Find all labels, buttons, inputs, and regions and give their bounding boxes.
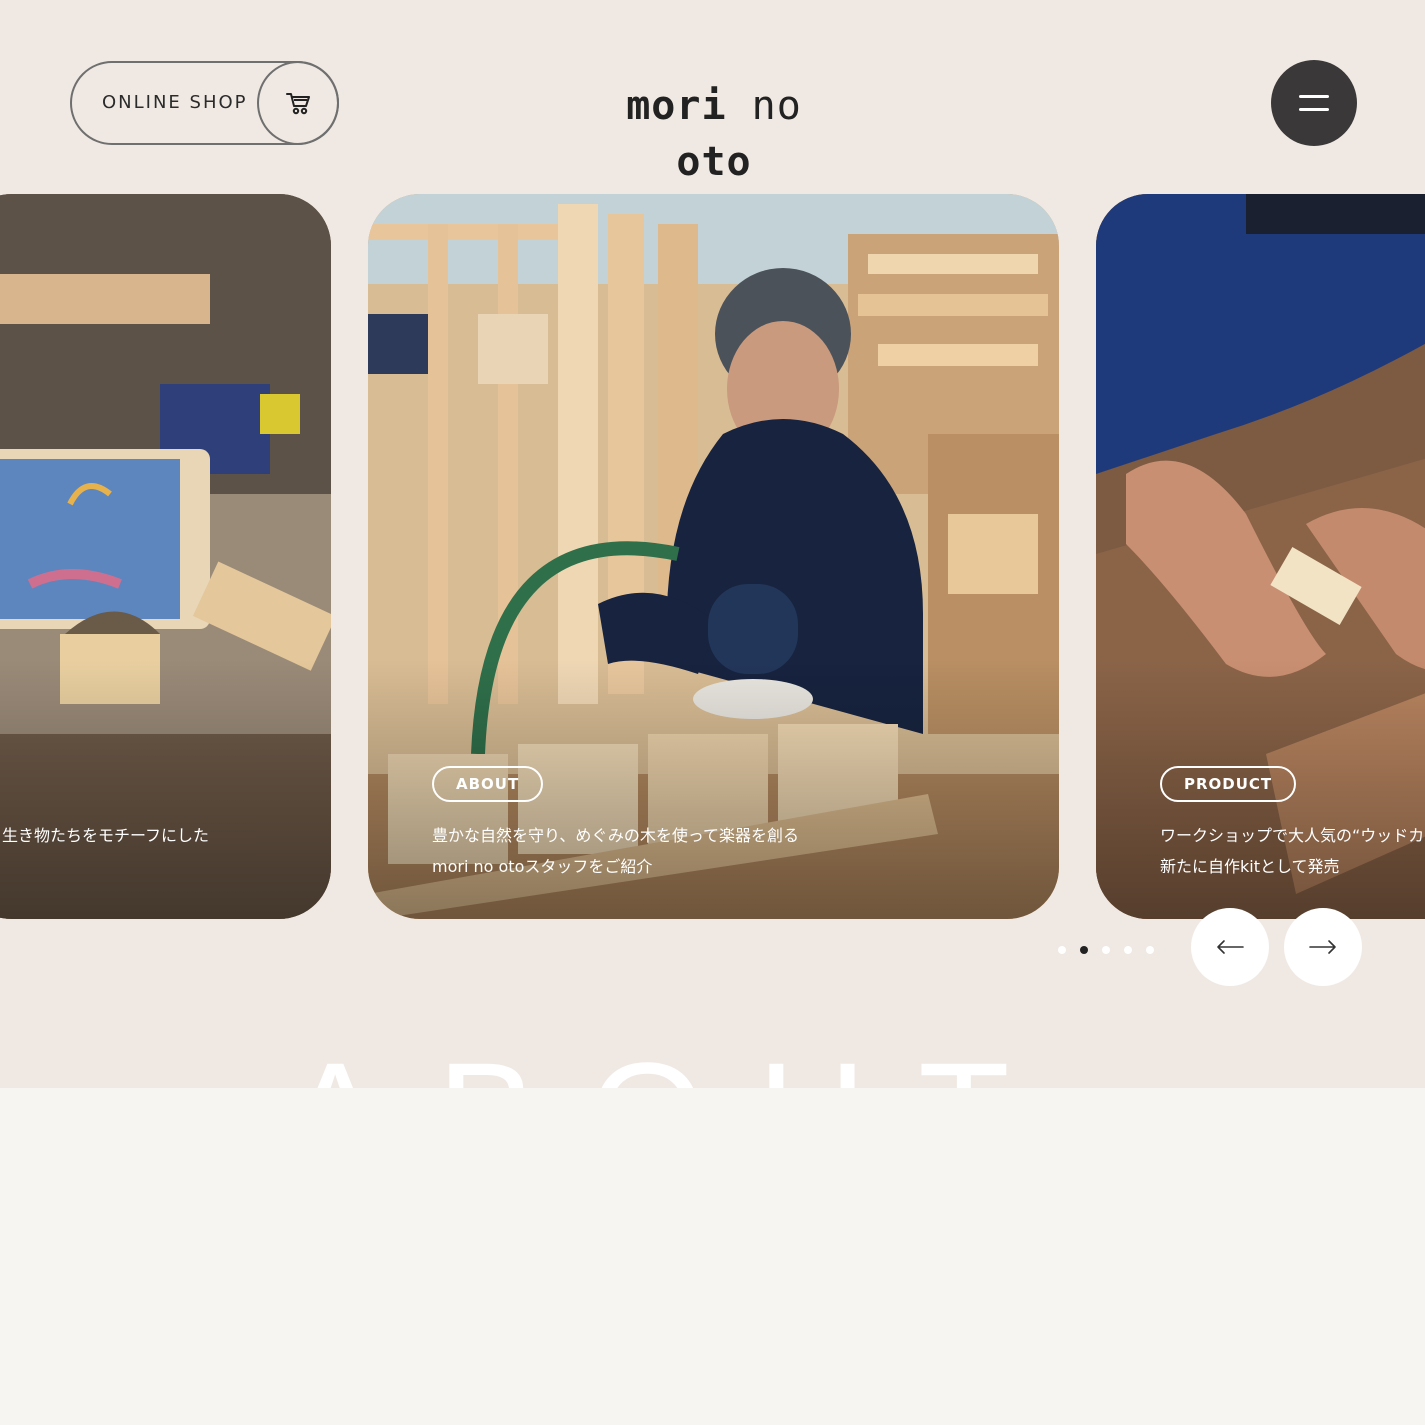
slide-left-caption: 生き物たちをモチーフにした (2, 826, 210, 845)
pagination-dot[interactable] (1124, 946, 1132, 954)
online-shop-button[interactable]: ONLINE SHOP (70, 61, 339, 145)
about-tag[interactable]: ABOUT (432, 766, 544, 802)
online-shop-label: ONLINE SHOP (102, 92, 248, 113)
slide-card-product[interactable]: PRODUCT ワークショップで大人気の“ウッドカス 新たに自作kitとして発売 (1096, 194, 1425, 919)
slide-card-left[interactable]: 生き物たちをモチーフにした (0, 194, 331, 919)
hero-band: ONLINE SHOP mori no oto 生き物たちをモチーフにした AB… (0, 0, 1425, 1088)
pagination-dot[interactable] (1102, 946, 1110, 954)
arrow-left-icon[interactable] (1191, 908, 1269, 986)
about-section-heading: ABOUT (285, 1040, 1062, 1088)
pagination-dot-active[interactable] (1080, 946, 1088, 954)
slide-shade (0, 659, 331, 919)
pagination-dot[interactable] (1058, 946, 1066, 954)
logo-word-mori: mori (626, 83, 727, 129)
site-logo[interactable]: mori no oto (608, 78, 820, 185)
pagination-dot[interactable] (1146, 946, 1154, 954)
logo-word-no: no (751, 83, 802, 129)
product-caption-line1: ワークショップで大人気の“ウッドカス (1160, 826, 1425, 845)
slider-pagination (1058, 946, 1154, 954)
logo-word-oto: oto (676, 139, 752, 185)
about-caption-line2: mori no otoスタッフをご紹介 (432, 857, 653, 876)
product-tag[interactable]: PRODUCT (1160, 766, 1297, 802)
arrow-right-icon[interactable] (1284, 908, 1362, 986)
about-caption-line1: 豊かな自然を守り、めぐみの木を使って楽器を創る (432, 826, 800, 845)
product-caption-line2: 新たに自作kitとして発売 (1160, 857, 1340, 876)
slide-card-about[interactable]: ABOUT 豊かな自然を守り、めぐみの木を使って楽器を創る mori no ot… (368, 194, 1059, 919)
cart-icon[interactable] (257, 61, 339, 145)
hamburger-menu-icon[interactable] (1271, 60, 1357, 146)
